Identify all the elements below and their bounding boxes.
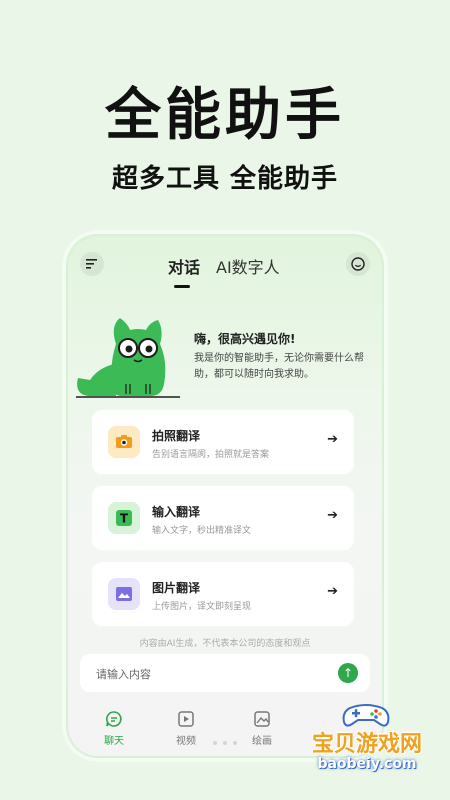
cat-mascot-illustration (76, 318, 180, 398)
nav-label: 绘画 (252, 736, 272, 747)
feature-card-image-translate[interactable]: 图片翻译 上传图片，译文即刻呈现 ➔ (92, 562, 354, 626)
menu-icon (86, 259, 97, 269)
card-title: 输入翻译 (152, 505, 201, 519)
svg-text:T: T (120, 512, 129, 526)
arrow-right-icon: ➔ (327, 508, 338, 523)
smiley-icon (351, 257, 365, 271)
text-icon: T (108, 502, 140, 534)
card-title: 拍照翻译 (152, 429, 201, 443)
picture-icon (254, 711, 270, 727)
top-bar: 对话 AI数字人 (68, 252, 382, 292)
nav-item-chat[interactable]: 聊天 (94, 710, 134, 747)
nav-label: 视频 (176, 736, 196, 747)
watermark-url: baobeiy.com (317, 756, 417, 772)
ai-disclaimer: 内容由AI生成，不代表本公司的态度和观点 (139, 639, 311, 649)
message-input[interactable] (94, 663, 318, 685)
card-title: 图片翻译 (152, 581, 201, 595)
tab-ai-avatar[interactable]: AI数字人 (216, 254, 280, 278)
nav-label: 聊天 (104, 736, 124, 747)
watermark-title: 宝贝游戏网 (311, 732, 422, 757)
image-icon (108, 578, 140, 610)
app-screen: 对话 AI数字人 嗨，很高兴遇见你! 我是你的智能助手，无论你需要什么帮助，都可… (68, 236, 382, 756)
feature-card-input-translate[interactable]: T 输入翻译 输入文字，秒出精准译文 ➔ (92, 486, 354, 550)
promo-headline: 全能助手 (105, 83, 345, 148)
site-watermark: 宝贝游戏网 baobeiy.com (292, 704, 442, 786)
arrow-right-icon: ➔ (327, 584, 338, 599)
tab-chat[interactable]: 对话 (168, 254, 200, 288)
greeting-title: 嗨，很高兴遇见你! (194, 332, 296, 346)
card-subtitle: 告别语言隔阂，拍照就是答案 (152, 450, 270, 460)
nav-item-video[interactable]: 视频 (166, 710, 206, 747)
camera-icon (108, 426, 140, 458)
send-button[interactable]: ↑ (338, 663, 358, 683)
video-icon (178, 711, 194, 727)
arrow-up-icon: ↑ (342, 666, 354, 680)
greeting-body: 我是你的智能助手，无论你需要什么帮助，都可以随时向我求助。 (194, 353, 364, 380)
message-input-bar: ↑ (80, 654, 370, 692)
card-subtitle: 上传图片，译文即刻呈现 (152, 602, 252, 612)
nav-item-painting[interactable]: 绘画 (242, 710, 282, 747)
menu-button[interactable] (80, 252, 104, 276)
profile-button[interactable] (346, 252, 370, 276)
card-subtitle: 输入文字，秒出精准译文 (152, 526, 252, 536)
promo-subheadline: 超多工具 全能助手 (111, 164, 339, 194)
phone-mockup: 对话 AI数字人 嗨，很高兴遇见你! 我是你的智能助手，无论你需要什么帮助，都可… (62, 230, 388, 762)
feature-card-photo-translate[interactable]: 拍照翻译 告别语言隔阂，拍照就是答案 ➔ (92, 410, 354, 474)
arrow-right-icon: ➔ (327, 432, 338, 447)
chat-icon (106, 711, 122, 727)
